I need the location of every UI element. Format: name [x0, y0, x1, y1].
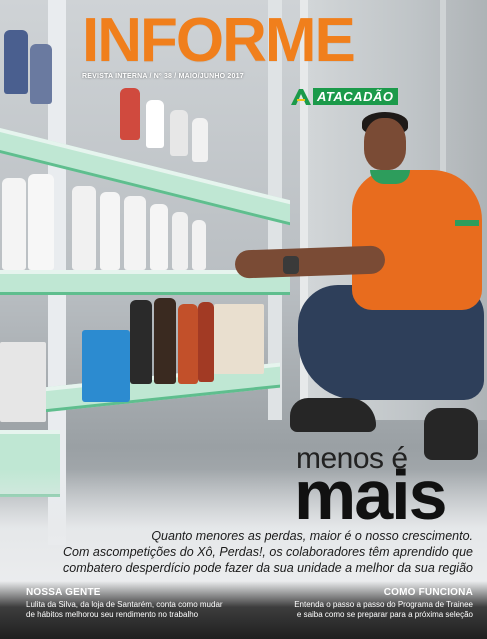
product-bottle [72, 186, 96, 270]
magazine-cover: INFORME REVISTA INTERNA / Nº 38 / MAIO/J… [0, 0, 487, 639]
worker-head [364, 118, 406, 170]
teaser-text: Lulita da Silva, da loja de Santarém, co… [26, 600, 256, 620]
cover-deck: Quanto menores as perdas, maior é o noss… [3, 528, 473, 576]
product-box [0, 342, 46, 422]
product-bottle [146, 100, 164, 148]
worker-arm [234, 245, 386, 279]
product-bottle [120, 88, 140, 140]
brand-name: ATACADÃO [313, 88, 399, 105]
product-bottle [30, 44, 52, 104]
product-bottle [178, 304, 198, 384]
product-bottle [28, 174, 54, 270]
product-bottle [198, 302, 214, 382]
brand-a-icon [291, 88, 311, 105]
wristwatch [283, 256, 299, 274]
product-bottle [192, 118, 208, 162]
product-bottle [4, 30, 28, 94]
teaser-line: de hábitos melhorou seu rendimento no tr… [26, 610, 199, 619]
teaser-title: COMO FUNCIONA [383, 587, 473, 598]
product-bottle [100, 192, 120, 270]
deck-line: Quanto menores as perdas, maior é o noss… [151, 529, 473, 543]
product-bottle [154, 298, 176, 384]
worker-shoe [424, 408, 478, 460]
teaser-text: Entenda o passo a passo do Programa de T… [253, 600, 473, 620]
deck-line: combatero desperdício pode fazer da sua … [63, 561, 473, 575]
teaser-line: Lulita da Silva, da loja de Santarém, co… [26, 600, 223, 609]
headline-line2: mais [294, 456, 448, 534]
teaser-nossa-gente: NOSSA GENTE Lulita da Silva, da loja de … [26, 587, 256, 620]
product-bottle [130, 300, 152, 384]
issue-line: REVISTA INTERNA / Nº 38 / MAIO/JUNHO 201… [82, 73, 244, 80]
worker-shirt [352, 170, 482, 310]
product-bottle [192, 220, 206, 270]
product-bottle [2, 178, 26, 270]
worker-shoe [290, 398, 376, 432]
sleeve-trim [455, 220, 479, 226]
teaser-como-funciona: COMO FUNCIONA Entenda o passo a passo do… [253, 587, 473, 620]
magazine-title: INFORME [82, 6, 356, 75]
product-bottle [170, 110, 188, 156]
product-box [82, 330, 130, 402]
teaser-line: Entenda o passo a passo do Programa de T… [294, 600, 473, 609]
product-bottle [124, 196, 146, 270]
deck-line: Com ascompetições do Xô, Perdas!, os col… [63, 545, 473, 559]
teaser-title: NOSSA GENTE [26, 587, 101, 598]
brand-logo: ATACADÃO [291, 88, 399, 105]
product-bottle [150, 204, 168, 270]
product-box [214, 304, 264, 374]
product-bottle [172, 212, 188, 270]
teaser-line: e saiba como se preparar para a próxima … [296, 610, 473, 619]
